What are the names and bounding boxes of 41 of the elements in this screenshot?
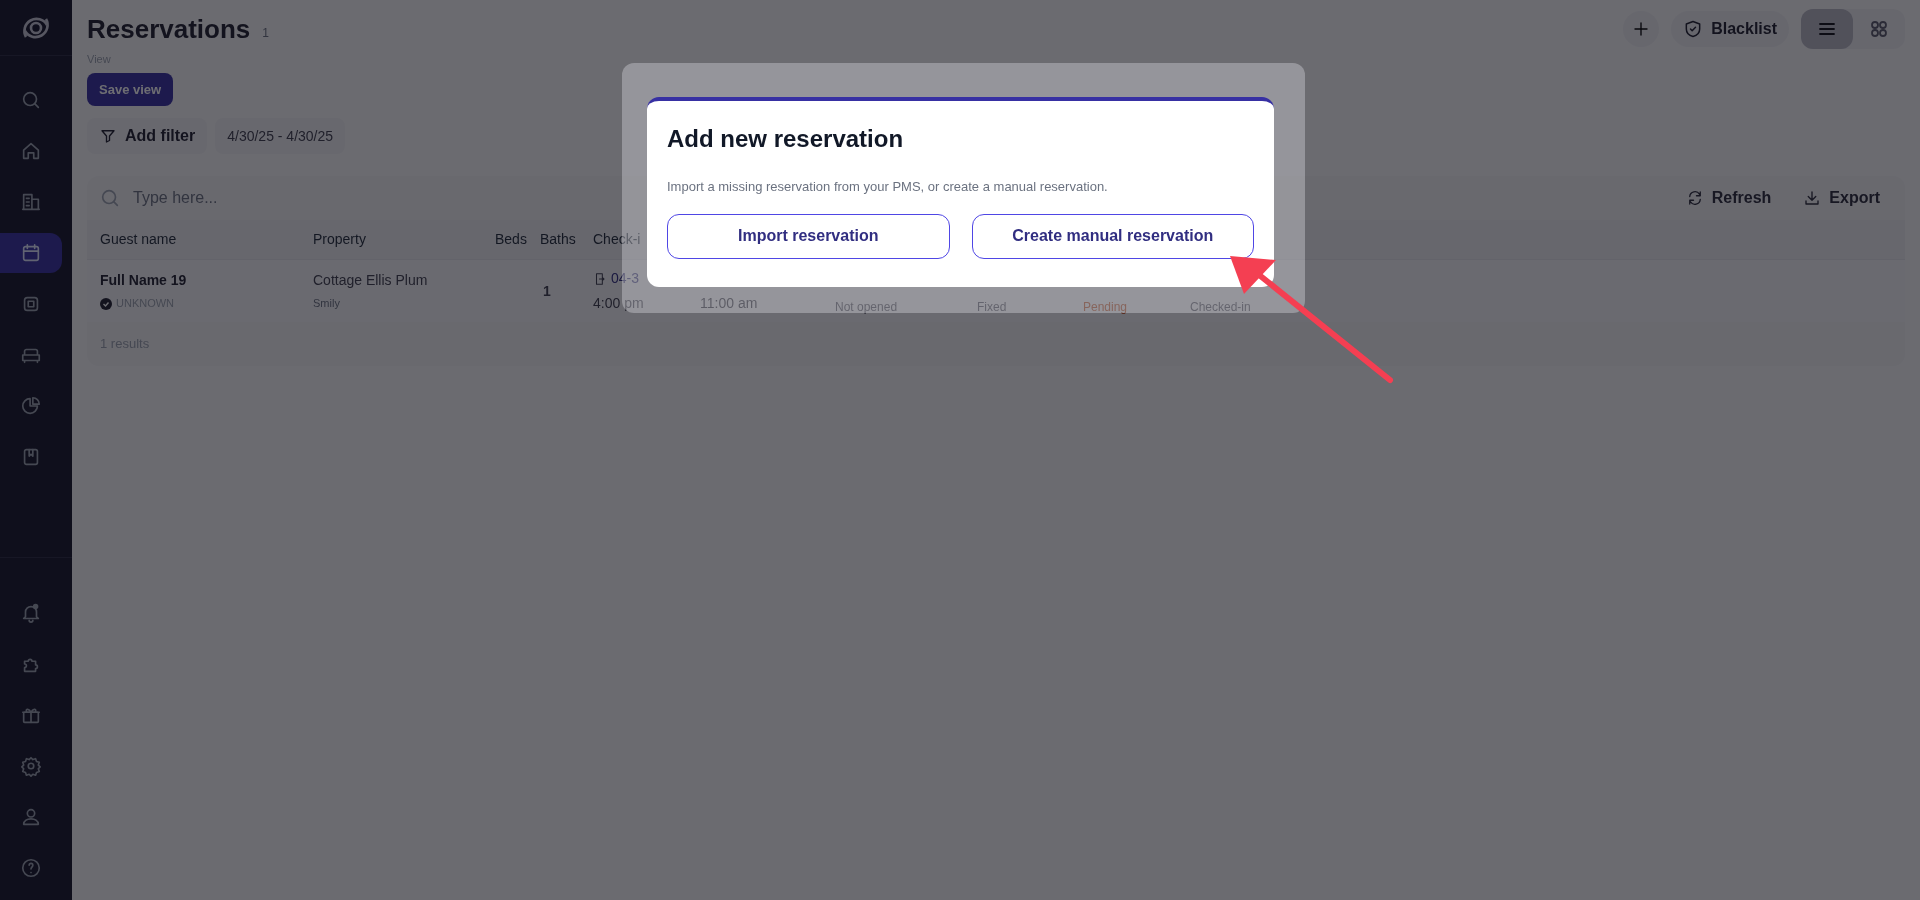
modal-title: Add new reservation [667, 124, 905, 154]
calendar-icon [20, 242, 42, 264]
column-header: Beds [495, 230, 527, 249]
save-view-button[interactable]: Save view [87, 73, 174, 106]
building-icon [20, 191, 42, 213]
column-header: Check-i [593, 230, 641, 249]
bell-icon [20, 602, 42, 624]
check-badge-icon [100, 297, 112, 310]
table-cell-text: Pending [1083, 299, 1128, 316]
blacklist-button[interactable]: Blacklist [1671, 11, 1789, 47]
filter-icon [99, 127, 117, 145]
help-icon [20, 857, 42, 879]
page-title: Reservations [87, 12, 251, 46]
add-button[interactable] [1623, 11, 1660, 47]
home-icon [20, 140, 42, 162]
result-count: 1 [262, 25, 269, 41]
plus-icon [1632, 20, 1651, 38]
pie-chart-icon [20, 395, 42, 417]
modal-option-button[interactable]: Create manual reservation [971, 213, 1254, 259]
column-header: Baths [540, 230, 576, 249]
check-in-date: 04-3 [611, 269, 640, 288]
sidebar-item[interactable] [0, 233, 62, 273]
search-icon [20, 89, 42, 111]
column-header: Guest name [100, 230, 177, 249]
column-header: Property [313, 230, 366, 249]
check-in-time: 4:00 pm [593, 294, 645, 313]
table-cell-text: 11:00 am [700, 294, 758, 313]
export-button[interactable]: Export [1803, 186, 1880, 210]
modal-description: Import a missing reservation from your PMS, or create a manual reservation. [667, 178, 1109, 196]
property-source: Smily [313, 296, 341, 312]
view-toggle[interactable] [1801, 9, 1853, 49]
refresh-button[interactable]: Refresh [1685, 186, 1772, 210]
settings-icon [20, 755, 42, 777]
door-icon [593, 271, 607, 286]
property-name: Cottage Ellis Plum [313, 271, 429, 291]
download-icon [1803, 189, 1822, 207]
user-icon [20, 806, 42, 828]
guest-name: Full Name 19 [100, 271, 188, 291]
modal-option-button[interactable]: Import reservation [667, 213, 950, 259]
baths-cell-text: 1 [542, 281, 551, 301]
search-icon [99, 187, 121, 209]
